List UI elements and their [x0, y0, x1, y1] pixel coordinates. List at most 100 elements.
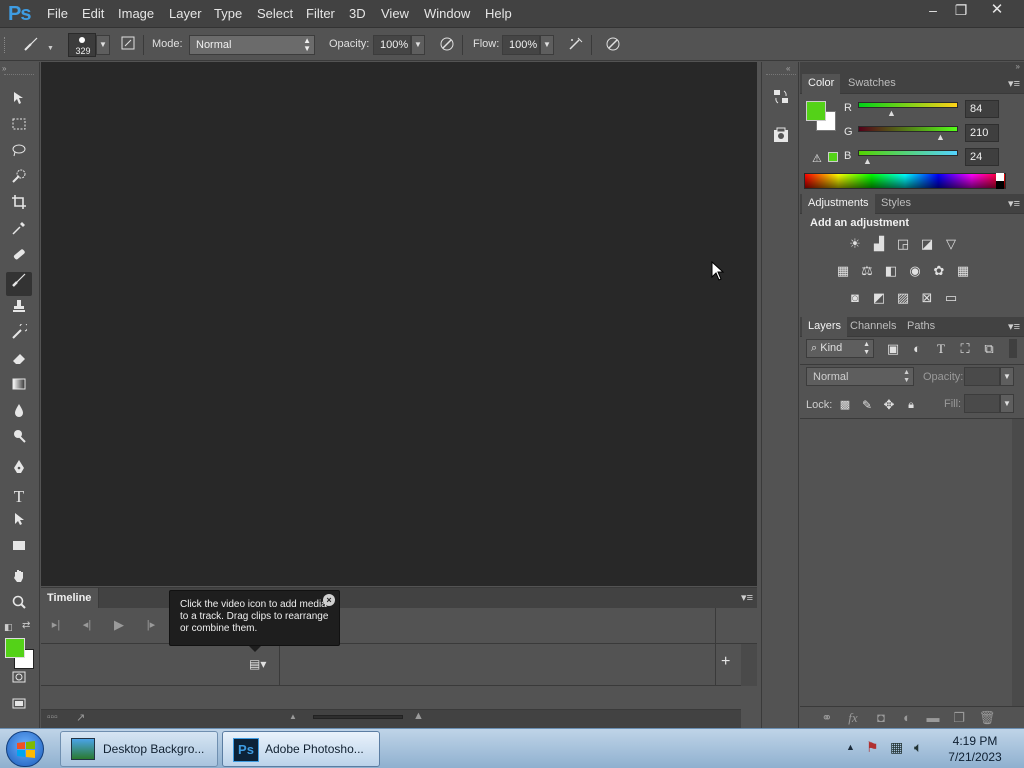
b-slider[interactable] [858, 150, 958, 156]
history-panel-icon[interactable] [772, 88, 790, 109]
layers-list[interactable] [800, 419, 1012, 706]
lasso-tool-icon[interactable] [6, 142, 32, 166]
delete-layer-icon[interactable]: 🗑︎ [978, 710, 996, 726]
selective-color-icon[interactable]: ⊠ [918, 290, 936, 306]
tab-adjustments[interactable]: Adjustments [802, 194, 875, 214]
new-group-icon[interactable]: ▬ [924, 710, 942, 726]
white-swatch[interactable] [996, 173, 1004, 181]
menu-layer[interactable]: Layer [169, 6, 202, 21]
close-icon[interactable]: × [323, 594, 335, 606]
tab-styles[interactable]: Styles [875, 194, 917, 214]
menu-window[interactable]: Window [424, 6, 470, 21]
quick-selection-tool-icon[interactable] [6, 168, 32, 192]
menu-help[interactable]: Help [485, 6, 512, 21]
render-video-icon[interactable]: ↗ [76, 711, 85, 724]
fill-input[interactable] [964, 394, 1000, 413]
start-button[interactable] [6, 731, 44, 767]
restore-button[interactable]: ❐ [948, 0, 974, 20]
close-button[interactable]: ✕ [984, 0, 1010, 20]
menu-3d[interactable]: 3D [349, 6, 366, 21]
threshold-icon[interactable]: ▨ [894, 290, 912, 306]
photo-filter-icon[interactable]: ◉ [906, 263, 924, 279]
tab-layers[interactable]: Layers [802, 317, 848, 337]
menu-edit[interactable]: Edit [82, 6, 104, 21]
collapse-arrows-icon[interactable]: » [2, 64, 6, 73]
type-tool-icon[interactable]: T [6, 485, 32, 509]
next-frame-icon[interactable]: |▸ [142, 616, 160, 634]
brush-tool-icon[interactable] [6, 272, 32, 296]
color-balance-icon[interactable]: ⚖ [858, 263, 876, 279]
timeline-scrollbar[interactable] [741, 644, 757, 686]
airbrush-icon[interactable] [565, 35, 587, 55]
black-swatch[interactable] [996, 181, 1004, 189]
hue-saturation-icon[interactable]: ▦ [834, 263, 852, 279]
black-white-icon[interactable]: ◧ [882, 263, 900, 279]
healing-brush-tool-icon[interactable] [6, 246, 32, 270]
blend-mode-select[interactable]: Normal ▲ ▼ [806, 367, 914, 386]
channel-mixer-icon[interactable]: ✿ [930, 263, 948, 279]
layers-scrollbar[interactable] [1012, 419, 1024, 706]
brush-preset-icon[interactable] [20, 35, 42, 55]
brush-panel-toggle-icon[interactable] [117, 35, 139, 55]
mode-select[interactable]: Normal ▲ ▼ [189, 35, 315, 55]
pen-tool-icon[interactable] [6, 459, 32, 483]
tab-paths[interactable]: Paths [901, 317, 941, 337]
color-panel-foreground-swatch[interactable] [806, 101, 826, 121]
quick-mask-icon[interactable] [6, 669, 32, 693]
layer-opacity-dropdown[interactable]: ▼ [1000, 367, 1014, 386]
tab-swatches[interactable]: Swatches [842, 74, 902, 94]
go-to-first-frame-icon[interactable]: ▸| [47, 616, 65, 634]
screen-mode-icon[interactable] [6, 696, 32, 720]
zoom-in-icon[interactable]: ▲ [413, 710, 424, 722]
r-slider[interactable] [858, 102, 958, 108]
rectangle-tool-icon[interactable] [6, 537, 32, 561]
eraser-tool-icon[interactable] [6, 350, 32, 374]
shape-layer-filter-icon[interactable]: ⛶ [956, 341, 974, 357]
tablet-pressure-opacity-icon[interactable] [436, 35, 458, 55]
g-slider-thumb[interactable]: ▲ [936, 132, 945, 142]
tab-color[interactable]: Color [802, 74, 841, 94]
move-tool-icon[interactable] [6, 90, 32, 114]
vibrance-icon[interactable]: ▽ [942, 236, 960, 252]
new-adjustment-layer-icon[interactable]: ◐ [898, 710, 916, 726]
exposure-icon[interactable]: ◪ [918, 236, 936, 252]
marquee-tool-icon[interactable] [6, 116, 32, 140]
dodge-tool-icon[interactable] [6, 428, 32, 452]
filter-toggle[interactable] [1009, 339, 1017, 358]
lock-position-icon[interactable]: ✥ [880, 397, 898, 413]
layer-style-icon[interactable]: fx [844, 710, 862, 726]
lock-transparent-pixels-icon[interactable]: ▩ [836, 397, 854, 413]
type-layer-filter-icon[interactable]: T [932, 341, 950, 357]
document-canvas-area[interactable] [41, 62, 757, 586]
play-icon[interactable]: ▶ [110, 616, 128, 634]
panel-menu-icon[interactable]: ▾≡ [1008, 197, 1020, 210]
new-layer-icon[interactable]: ❐ [950, 710, 968, 726]
gradient-map-icon[interactable]: ▭ [942, 290, 960, 306]
default-colors-icon[interactable]: ◧ [4, 622, 13, 633]
foreground-color-swatch[interactable] [5, 638, 25, 658]
color-spectrum-bar[interactable] [804, 173, 1006, 189]
adjustment-layer-filter-icon[interactable]: ◐ [908, 341, 926, 357]
history-brush-tool-icon[interactable] [6, 322, 32, 348]
flow-dropdown[interactable]: ▼ [540, 35, 554, 55]
menu-view[interactable]: View [381, 6, 409, 21]
gradient-tool-icon[interactable] [6, 376, 32, 400]
filter-kind-select[interactable]: ⌕ Kind ▲ ▼ [806, 339, 874, 358]
brush-size-dropdown[interactable]: ▼ [96, 35, 110, 55]
r-slider-thumb[interactable]: ▲ [887, 108, 896, 118]
menu-type[interactable]: Type [214, 6, 242, 21]
g-value-input[interactable]: 210 [965, 124, 999, 142]
menu-select[interactable]: Select [257, 6, 293, 21]
tablet-pressure-size-icon[interactable] [602, 35, 624, 55]
zoom-out-icon[interactable]: ▲ [289, 712, 297, 721]
film-strip-icon[interactable]: ▤▾ [249, 657, 266, 671]
eyedropper-tool-icon[interactable] [6, 220, 32, 244]
collapse-arrows-icon[interactable]: » [1016, 62, 1020, 71]
panel-menu-icon[interactable]: ▾≡ [1008, 77, 1020, 90]
show-hidden-icons-icon[interactable]: ▲ [846, 742, 855, 752]
previous-frame-icon[interactable]: ◂| [78, 616, 96, 634]
blur-tool-icon[interactable] [6, 402, 32, 426]
hand-tool-icon[interactable] [6, 568, 32, 592]
panel-menu-icon[interactable]: ▾≡ [741, 591, 753, 604]
taskbar-photoshop[interactable]: Ps Adobe Photosho... [222, 731, 380, 767]
